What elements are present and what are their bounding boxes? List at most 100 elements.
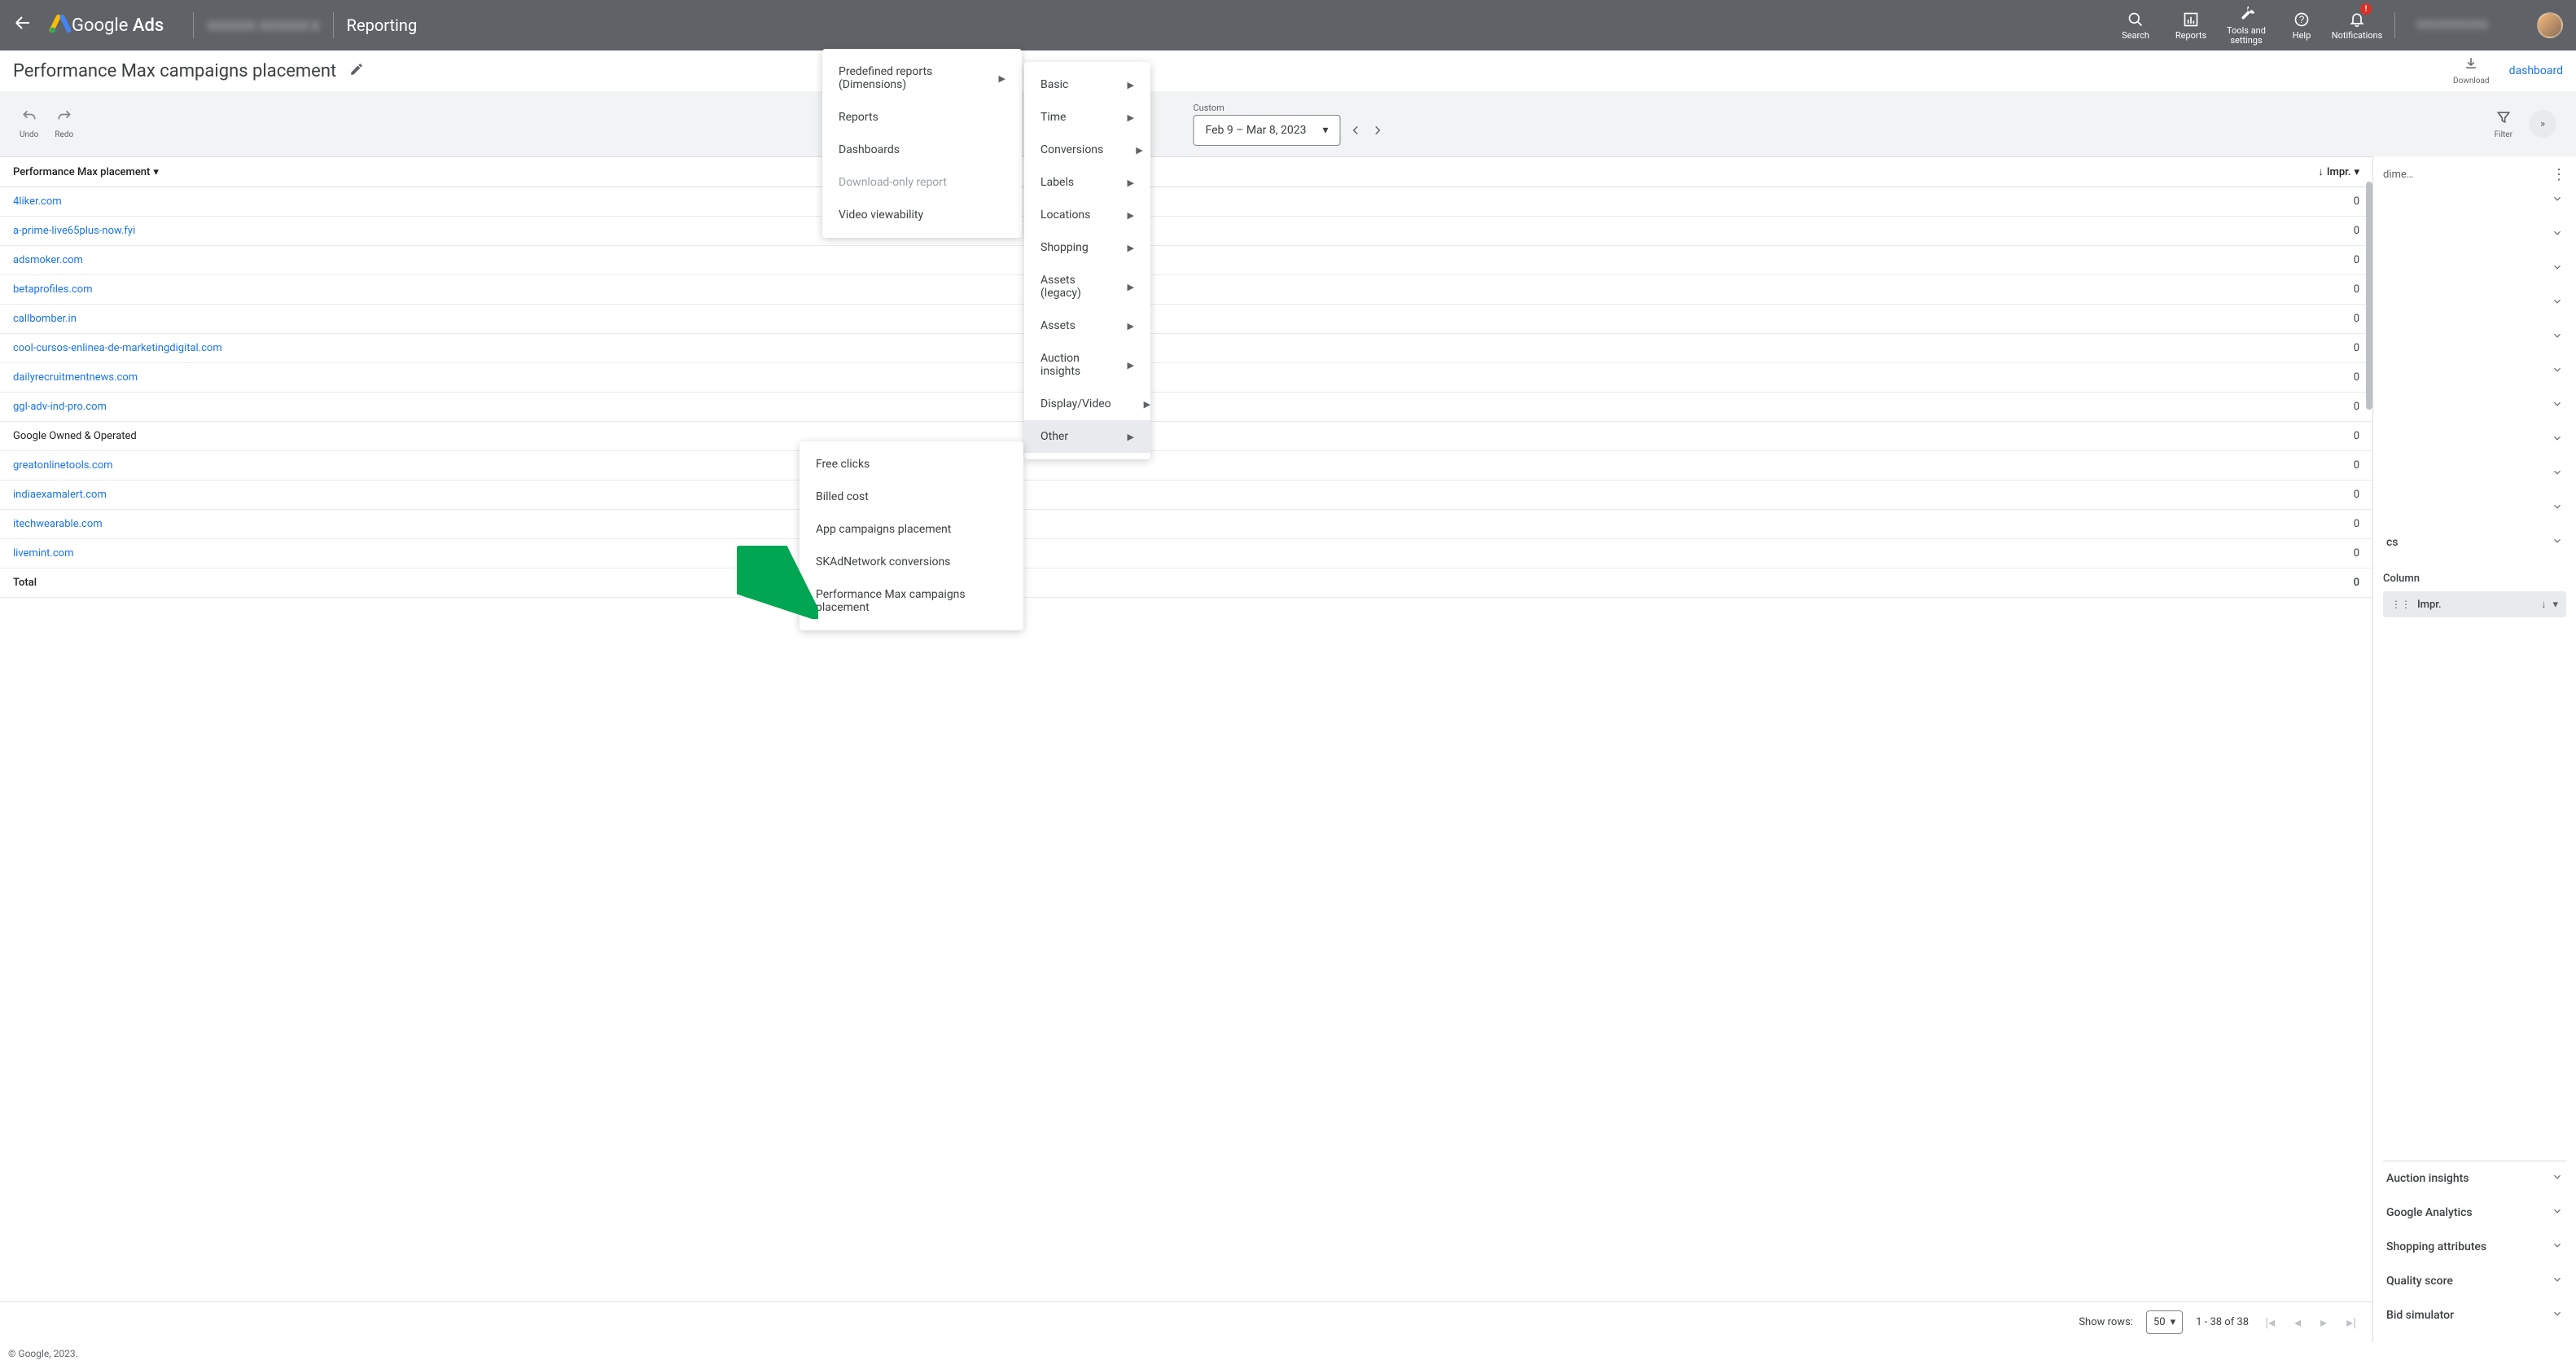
placement-cell[interactable]: ggl-adv-ind-pro.com [0, 393, 1844, 422]
collapsed-group-chevron[interactable] [2383, 354, 2566, 388]
collapsed-group-chevron[interactable] [2383, 491, 2566, 525]
submenu-item[interactable]: Display/Video▶ [1024, 388, 1150, 420]
collapsed-group-chevron[interactable] [2383, 286, 2566, 320]
table-row: adsmoker.com0 [0, 246, 2372, 275]
table-row: callbomber.in0 [0, 305, 2372, 334]
metric-group[interactable]: Quality score [2383, 1264, 2566, 1298]
collapsed-group-chevron[interactable] [2383, 457, 2566, 491]
menu-item[interactable]: Predefined reports (Dimensions)▶ [822, 55, 1022, 101]
submenu-item[interactable]: App campaigns placement [800, 513, 1023, 546]
drag-handle-icon[interactable]: ⋮⋮ [2391, 599, 2411, 610]
account-selector[interactable]: XXXXXX XXXXXX-X [207, 18, 319, 33]
last-page-button[interactable]: ▸| [2343, 1311, 2359, 1333]
metric-group[interactable]: Shopping attributes [2383, 1230, 2566, 1264]
table-row: betaprofiles.com0 [0, 275, 2372, 305]
metric-group[interactable]: Bid simulator [2383, 1298, 2566, 1332]
submenu-item[interactable]: Auction insights▶ [1024, 342, 1150, 388]
metric-group[interactable]: Auction insights [2383, 1161, 2566, 1196]
total-row: Total 0 [0, 568, 2372, 598]
user-avatar[interactable] [2537, 12, 2563, 38]
date-range-type: Custom [1193, 103, 1224, 113]
submenu-item[interactable]: Assets (legacy)▶ [1024, 264, 1150, 309]
submenu-item[interactable]: Conversions▶ [1024, 134, 1150, 166]
submenu-item[interactable]: Billed cost [800, 481, 1023, 513]
more-options-button[interactable]: ⋮ [2552, 166, 2566, 183]
submenu-item[interactable]: Assets▶ [1024, 309, 1150, 342]
submenu-item[interactable]: Locations▶ [1024, 199, 1150, 231]
collapsed-group-partial[interactable]: cs [2383, 525, 2566, 560]
collapsed-group-chevron[interactable] [2383, 217, 2566, 252]
chevron-right-icon: ▶ [1128, 210, 1134, 221]
back-arrow-icon[interactable] [13, 13, 33, 37]
chevron-down-icon [2552, 296, 2563, 310]
redo-button[interactable]: Redo [55, 108, 73, 139]
filter-button[interactable]: Filter [2495, 109, 2512, 139]
other-submenu: Free clicksBilled costApp campaigns plac… [800, 441, 1023, 630]
collapsed-group-chevron[interactable] [2383, 423, 2566, 457]
chevron-down-icon [2552, 227, 2563, 242]
impr-cell: 0 [1844, 451, 2372, 481]
submenu-item[interactable]: Shopping▶ [1024, 231, 1150, 264]
submenu-item[interactable]: Other▶ [1024, 420, 1150, 453]
placement-cell[interactable]: callbomber.in [0, 305, 1844, 334]
page-footer: © Google, 2023. [0, 1342, 2576, 1365]
report-subheader: Performance Max campaigns placement Down… [0, 50, 2576, 91]
placement-cell[interactable]: betaprofiles.com [0, 275, 1844, 305]
submenu-item[interactable]: Basic▶ [1024, 68, 1150, 101]
impr-cell: 0 [1844, 363, 2372, 393]
chevron-right-icon: ▶ [1128, 282, 1134, 292]
google-ads-logo[interactable]: Google Ads [49, 12, 164, 38]
metric-group[interactable]: Google Analytics [2383, 1196, 2566, 1230]
collapsed-group-chevron[interactable] [2383, 320, 2566, 354]
column-section-label: Column [2383, 573, 2566, 585]
save-to-dashboard-link[interactable]: dashboard [2509, 64, 2563, 77]
collapsed-group-chevron[interactable] [2383, 252, 2566, 286]
download-button[interactable]: Download [2453, 56, 2490, 86]
date-range-picker[interactable]: Feb 9 – Mar 8, 2023 ▾ [1193, 115, 1340, 146]
help-button[interactable]: ? Help [2277, 5, 2326, 46]
submenu-item[interactable]: SKAdNetwork conversions [800, 546, 1023, 578]
page-range: 1 - 38 of 38 [2196, 1316, 2249, 1328]
prev-page-button[interactable]: ◂ [2291, 1311, 2304, 1333]
rows-per-page-select[interactable]: 50 ▾ [2146, 1310, 2183, 1334]
submenu-item[interactable]: Performance Max campaigns placement [800, 578, 1023, 624]
dropdown-icon: ▾ [2171, 1316, 2176, 1328]
edit-pencil-icon[interactable] [349, 62, 364, 81]
collapsed-group-chevron[interactable] [2383, 183, 2566, 217]
expand-panel-button[interactable]: » [2529, 110, 2556, 138]
divider [333, 12, 334, 38]
notifications-button[interactable]: ! Notifications [2333, 5, 2381, 46]
date-prev-button[interactable] [1351, 121, 1362, 140]
date-next-button[interactable] [1372, 121, 1383, 140]
chevron-right-icon: ▶ [1128, 178, 1134, 188]
placement-cell[interactable]: cool-cursos-enlinea-de-marketingdigital.… [0, 334, 1844, 363]
chevron-down-icon [2552, 1308, 2563, 1323]
submenu-item[interactable]: Time▶ [1024, 101, 1150, 134]
undo-button[interactable]: Undo [20, 108, 38, 139]
menu-item[interactable]: Dashboards [822, 134, 1022, 166]
dropdown-icon: ▾ [153, 166, 159, 178]
column-header-impr[interactable]: ↓ Impr. ▾ [1844, 157, 2372, 187]
placement-cell[interactable]: adsmoker.com [0, 246, 1844, 275]
submenu-item[interactable]: Labels▶ [1024, 166, 1150, 199]
menu-item[interactable]: Reports [822, 101, 1022, 134]
column-chip-impr[interactable]: ⋮⋮ Impr. ↓ ▾ [2383, 591, 2566, 617]
pagination-bar: Show rows: 50 ▾ 1 - 38 of 38 |◂ ◂ ▸ ▸| [0, 1301, 2372, 1342]
report-title: Performance Max campaigns placement [13, 61, 336, 81]
tools-button[interactable]: Tools and settings [2222, 5, 2271, 46]
chevron-right-icon: ▶ [1128, 432, 1134, 442]
vertical-scrollbar[interactable] [2366, 182, 2372, 410]
collapsed-group-chevron[interactable] [2383, 388, 2566, 423]
impr-cell: 0 [1844, 393, 2372, 422]
section-title: Reporting [347, 15, 418, 35]
first-page-button[interactable]: |◂ [2262, 1311, 2278, 1333]
search-button[interactable]: Search [2111, 5, 2160, 46]
next-page-button[interactable]: ▸ [2317, 1311, 2330, 1333]
placement-cell[interactable]: dailyrecruitmentnews.com [0, 363, 1844, 393]
menu-item-video-viewability[interactable]: Video viewability [822, 199, 1022, 231]
secondary-account[interactable]: XXXXXXXXXX [2416, 19, 2522, 32]
reports-button[interactable]: Reports [2166, 5, 2215, 46]
chevron-right-icon: ▶ [1128, 243, 1134, 253]
divider [193, 12, 194, 38]
submenu-item[interactable]: Free clicks [800, 448, 1023, 481]
